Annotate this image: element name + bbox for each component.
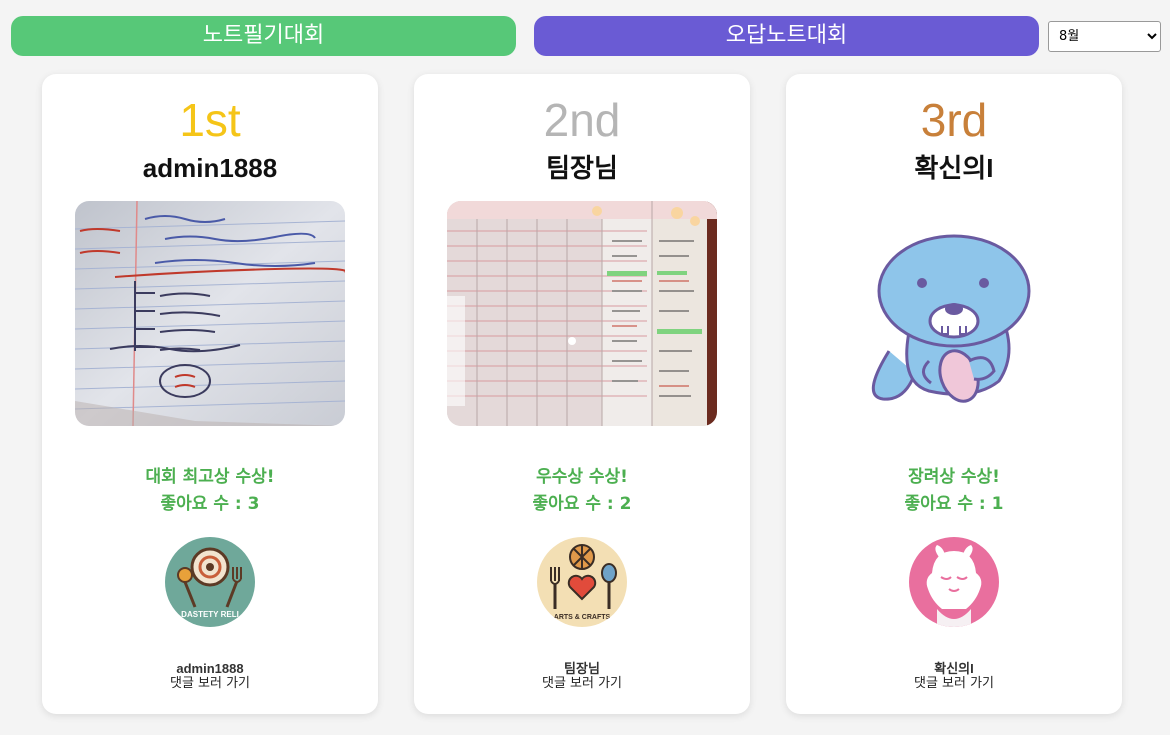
rank-label: 3rd [920, 94, 988, 146]
avatar-logo-text: DASTETY RELI [181, 610, 239, 619]
avatar[interactable] [909, 537, 999, 627]
winner-name: admin1888 [142, 153, 278, 183]
avatar[interactable]: DASTETY RELI [165, 537, 255, 627]
handwritten-note-photo [75, 201, 345, 426]
likes-count: 좋아요 수 : 1 [904, 494, 1004, 514]
view-comments-link[interactable]: 댓글 보러 가기 [786, 676, 1122, 692]
award-text: 장려상 수상! 좋아요 수 : 1 [786, 464, 1122, 518]
view-comments-link[interactable]: 댓글 보러 가기 [414, 676, 750, 692]
note-image[interactable] [819, 201, 1089, 426]
avatar[interactable]: ARTS & CRAFTS [537, 537, 627, 627]
month-select[interactable]: 8월 [1048, 21, 1161, 52]
award-title: 장려상 수상! [908, 467, 1000, 487]
award-title: 대회 최고상 수상! [145, 467, 275, 487]
arts-crafts-logo-icon: ARTS & CRAFTS [537, 537, 627, 627]
winner-name: 확신의I [914, 153, 994, 183]
food-utensils-logo-icon: DASTETY RELI [165, 537, 255, 627]
winner-name: 팀장님 [546, 153, 618, 183]
top-bar: 노트필기대회 오답노트대회 8월 [0, 0, 1170, 70]
note-image[interactable] [447, 201, 717, 426]
ranking-card-1st: 1st admin1888 대회 최고상 수상! 좋아요 수: 3 DASTE… [42, 74, 378, 714]
award-text: 우수상 수상! 좋아요 수 : 2 [414, 464, 750, 518]
tab-wrong-answer-contest[interactable]: 오답노트대회 [534, 16, 1039, 56]
likes-count: 좋아요 수 : 2 [532, 494, 632, 514]
tab-note-contest[interactable]: 노트필기대회 [11, 16, 516, 56]
note-image[interactable] [75, 201, 345, 426]
planner-page-photo [447, 201, 717, 426]
footer-username: 팀장님 [564, 661, 600, 676]
likes-count: 좋아요 수 : 3 [160, 494, 260, 514]
rank-label: 2nd [543, 94, 621, 146]
award-title: 우수상 수상! [536, 467, 628, 487]
view-comments-link[interactable]: 댓글 보러 가기 [42, 676, 378, 692]
ranking-card-3rd: 3rd 확신의I 장려상 수상! 좋아요 수 : 1 확신의I 댓글 보러 가기 [786, 74, 1122, 714]
rank-label: 1st [179, 94, 241, 146]
pink-character-avatar-icon [909, 537, 999, 627]
footer-username: admin1888 [176, 661, 244, 676]
award-text: 대회 최고상 수상! 좋아요 수 : 3 [42, 464, 378, 518]
ranking-card-2nd: 2nd 팀장님 우수상 수상! 좋아요 수: 2 ARTS & CRAFTS … [414, 74, 750, 714]
footer-username: 확신의I [934, 661, 974, 676]
avatar-logo-text: ARTS & CRAFTS [554, 614, 611, 621]
blue-seal-character [819, 201, 1089, 426]
